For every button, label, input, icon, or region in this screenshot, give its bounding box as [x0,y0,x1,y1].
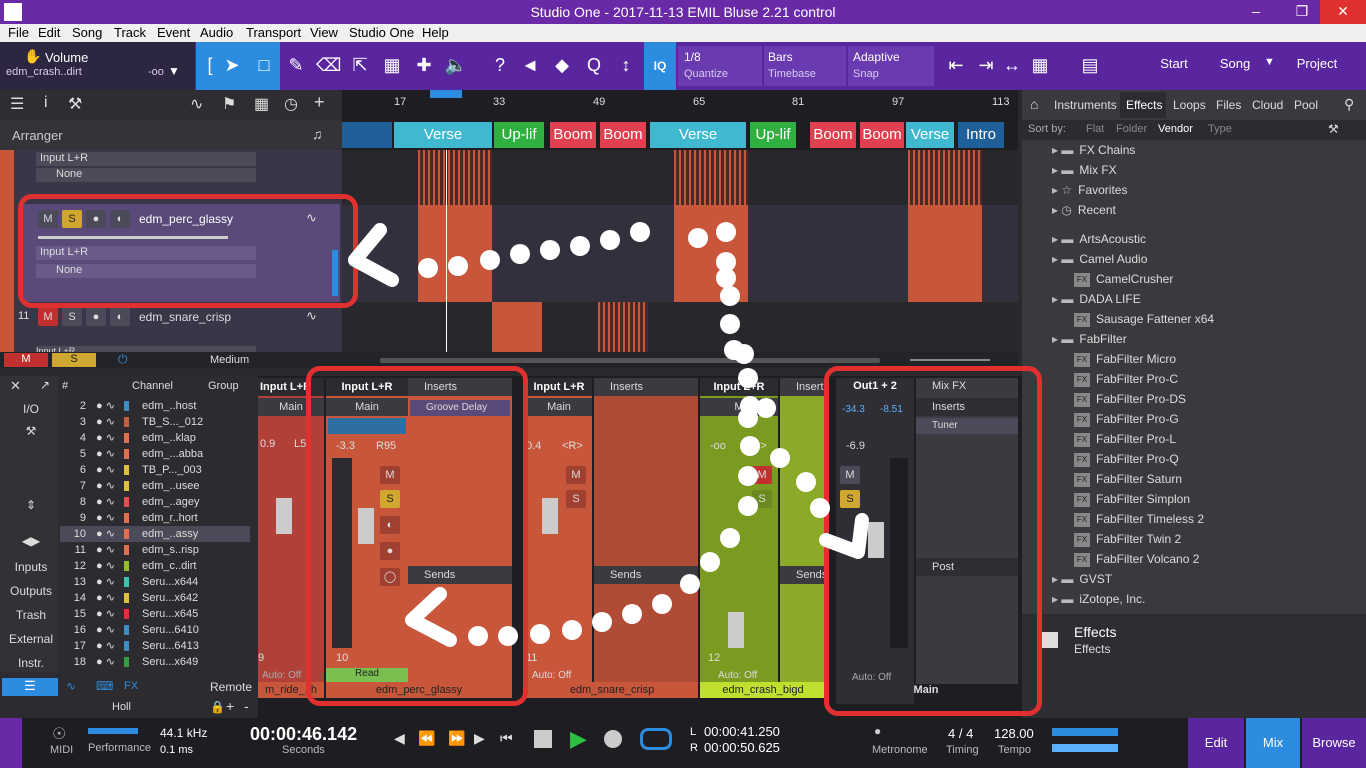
browse-button[interactable]: Browse [1302,718,1366,768]
tempo-value[interactable]: 128.00 [994,726,1034,741]
time-display[interactable]: 00:00:46.142 [250,724,357,745]
transport-bar: ☉ MIDI Performance 44.1 kHz 0.1 ms 00:00… [0,718,1366,768]
loop-icon[interactable] [640,728,672,750]
performance-meter [88,728,138,734]
tempo-label: Tempo [998,744,1032,756]
go-to-end-icon[interactable]: ▶ [474,730,485,747]
timing-label: Timing [946,744,979,756]
loop-end[interactable]: 00:00:50.625 [704,740,780,755]
previous-marker-icon[interactable]: ⏮ [500,730,513,747]
stop-icon[interactable] [534,730,552,748]
metronome-dot-icon[interactable]: ● [874,724,881,738]
edit-button[interactable]: Edit [1188,718,1244,768]
arrow-head [819,513,869,559]
midi-label: MIDI [50,744,74,756]
annotation-arrows [348,223,869,647]
output-meter [1052,728,1118,736]
arrow-head [405,587,457,647]
record-icon[interactable] [604,730,622,748]
return-to-start-icon[interactable]: ◀ [394,730,405,747]
latency: 0.1 ms [160,744,194,756]
fast-forward-icon[interactable]: ⏩ [448,730,465,747]
metronome-label[interactable]: Metronome [872,744,928,756]
play-icon[interactable]: ▶ [570,726,587,752]
sample-rate: 44.1 kHz [160,726,208,740]
mix-button[interactable]: Mix [1246,718,1300,768]
rewind-icon[interactable]: ⏪ [418,730,435,747]
loop-right-label: R [690,742,698,754]
performance-label[interactable]: Performance [88,742,151,754]
time-signature[interactable]: 4 / 4 [948,726,973,741]
time-unit: Seconds [282,744,325,756]
midi-icon[interactable]: ☉ [52,724,66,744]
loop-start[interactable]: 00:00:41.250 [704,724,780,739]
arrow-head [348,223,399,287]
output-meter [1052,744,1118,752]
loop-left-label: L [690,726,697,738]
